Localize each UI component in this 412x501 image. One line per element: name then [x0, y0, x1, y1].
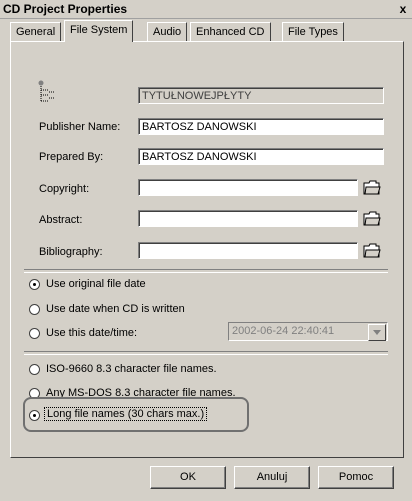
abstract-browse-button[interactable] — [362, 208, 382, 228]
use-custom-date-label: Use this date/time: — [46, 327, 138, 339]
iso-9660-radio[interactable] — [29, 364, 40, 375]
use-custom-date-radio[interactable] — [29, 328, 40, 339]
tab-file-system[interactable]: File System — [64, 20, 134, 42]
bibliography-label: Bibliography: — [39, 246, 103, 258]
copyright-browse-button[interactable] — [362, 177, 382, 197]
use-original-date-radio[interactable] — [29, 279, 40, 290]
volume-label-field: TYTUŁNOWEJPŁYTY — [138, 87, 384, 104]
ok-button[interactable]: OK — [150, 466, 226, 489]
help-button[interactable]: Pomoc — [318, 466, 394, 489]
copyright-label: Copyright: — [39, 183, 90, 195]
date-time-picker[interactable]: 2002-06-24 22:40:41 — [228, 322, 388, 341]
properties-dialog: CD Project Properties x General File Sys… — [0, 0, 412, 501]
cancel-button[interactable]: Anuluj — [234, 466, 310, 489]
long-file-names-radio[interactable] — [29, 410, 40, 421]
abstract-input[interactable] — [138, 210, 358, 227]
open-folder-icon — [363, 211, 381, 226]
window-title: CD Project Properties — [3, 2, 128, 16]
separator — [24, 351, 388, 355]
tab-audio[interactable]: Audio — [147, 22, 188, 41]
use-written-date-label: Use date when CD is written — [46, 303, 185, 315]
long-file-names-label: Long file names (30 chars max.) — [44, 407, 208, 421]
prepared-by-label: Prepared By: — [39, 151, 104, 163]
use-written-date-radio[interactable] — [29, 304, 40, 315]
separator — [24, 269, 388, 273]
publisher-input[interactable]: BARTOSZ DANOWSKI — [138, 118, 384, 135]
open-folder-icon — [363, 180, 381, 195]
date-dropdown-button[interactable] — [368, 324, 386, 341]
publisher-label: Publisher Name: — [39, 121, 121, 133]
chevron-down-icon — [373, 330, 381, 335]
prepared-by-input[interactable]: BARTOSZ DANOWSKI — [138, 148, 384, 165]
close-icon[interactable]: x — [396, 0, 410, 18]
open-folder-icon — [363, 243, 381, 258]
bibliography-input[interactable] — [138, 242, 358, 259]
abstract-label: Abstract: — [39, 214, 83, 226]
tree-structure-icon — [38, 80, 55, 102]
bibliography-browse-button[interactable] — [362, 240, 382, 260]
title-bar: CD Project Properties x — [0, 0, 412, 19]
iso-9660-label: ISO-9660 8.3 character file names. — [46, 363, 217, 375]
tab-enhanced-cd[interactable]: Enhanced CD — [190, 22, 271, 41]
copyright-input[interactable] — [138, 179, 358, 196]
long-file-names-label-wrap: Long file names (30 chars max.) — [44, 407, 208, 421]
tab-general[interactable]: General — [10, 22, 62, 41]
tab-file-types[interactable]: File Types — [282, 22, 344, 41]
use-original-date-label: Use original file date — [46, 278, 146, 290]
